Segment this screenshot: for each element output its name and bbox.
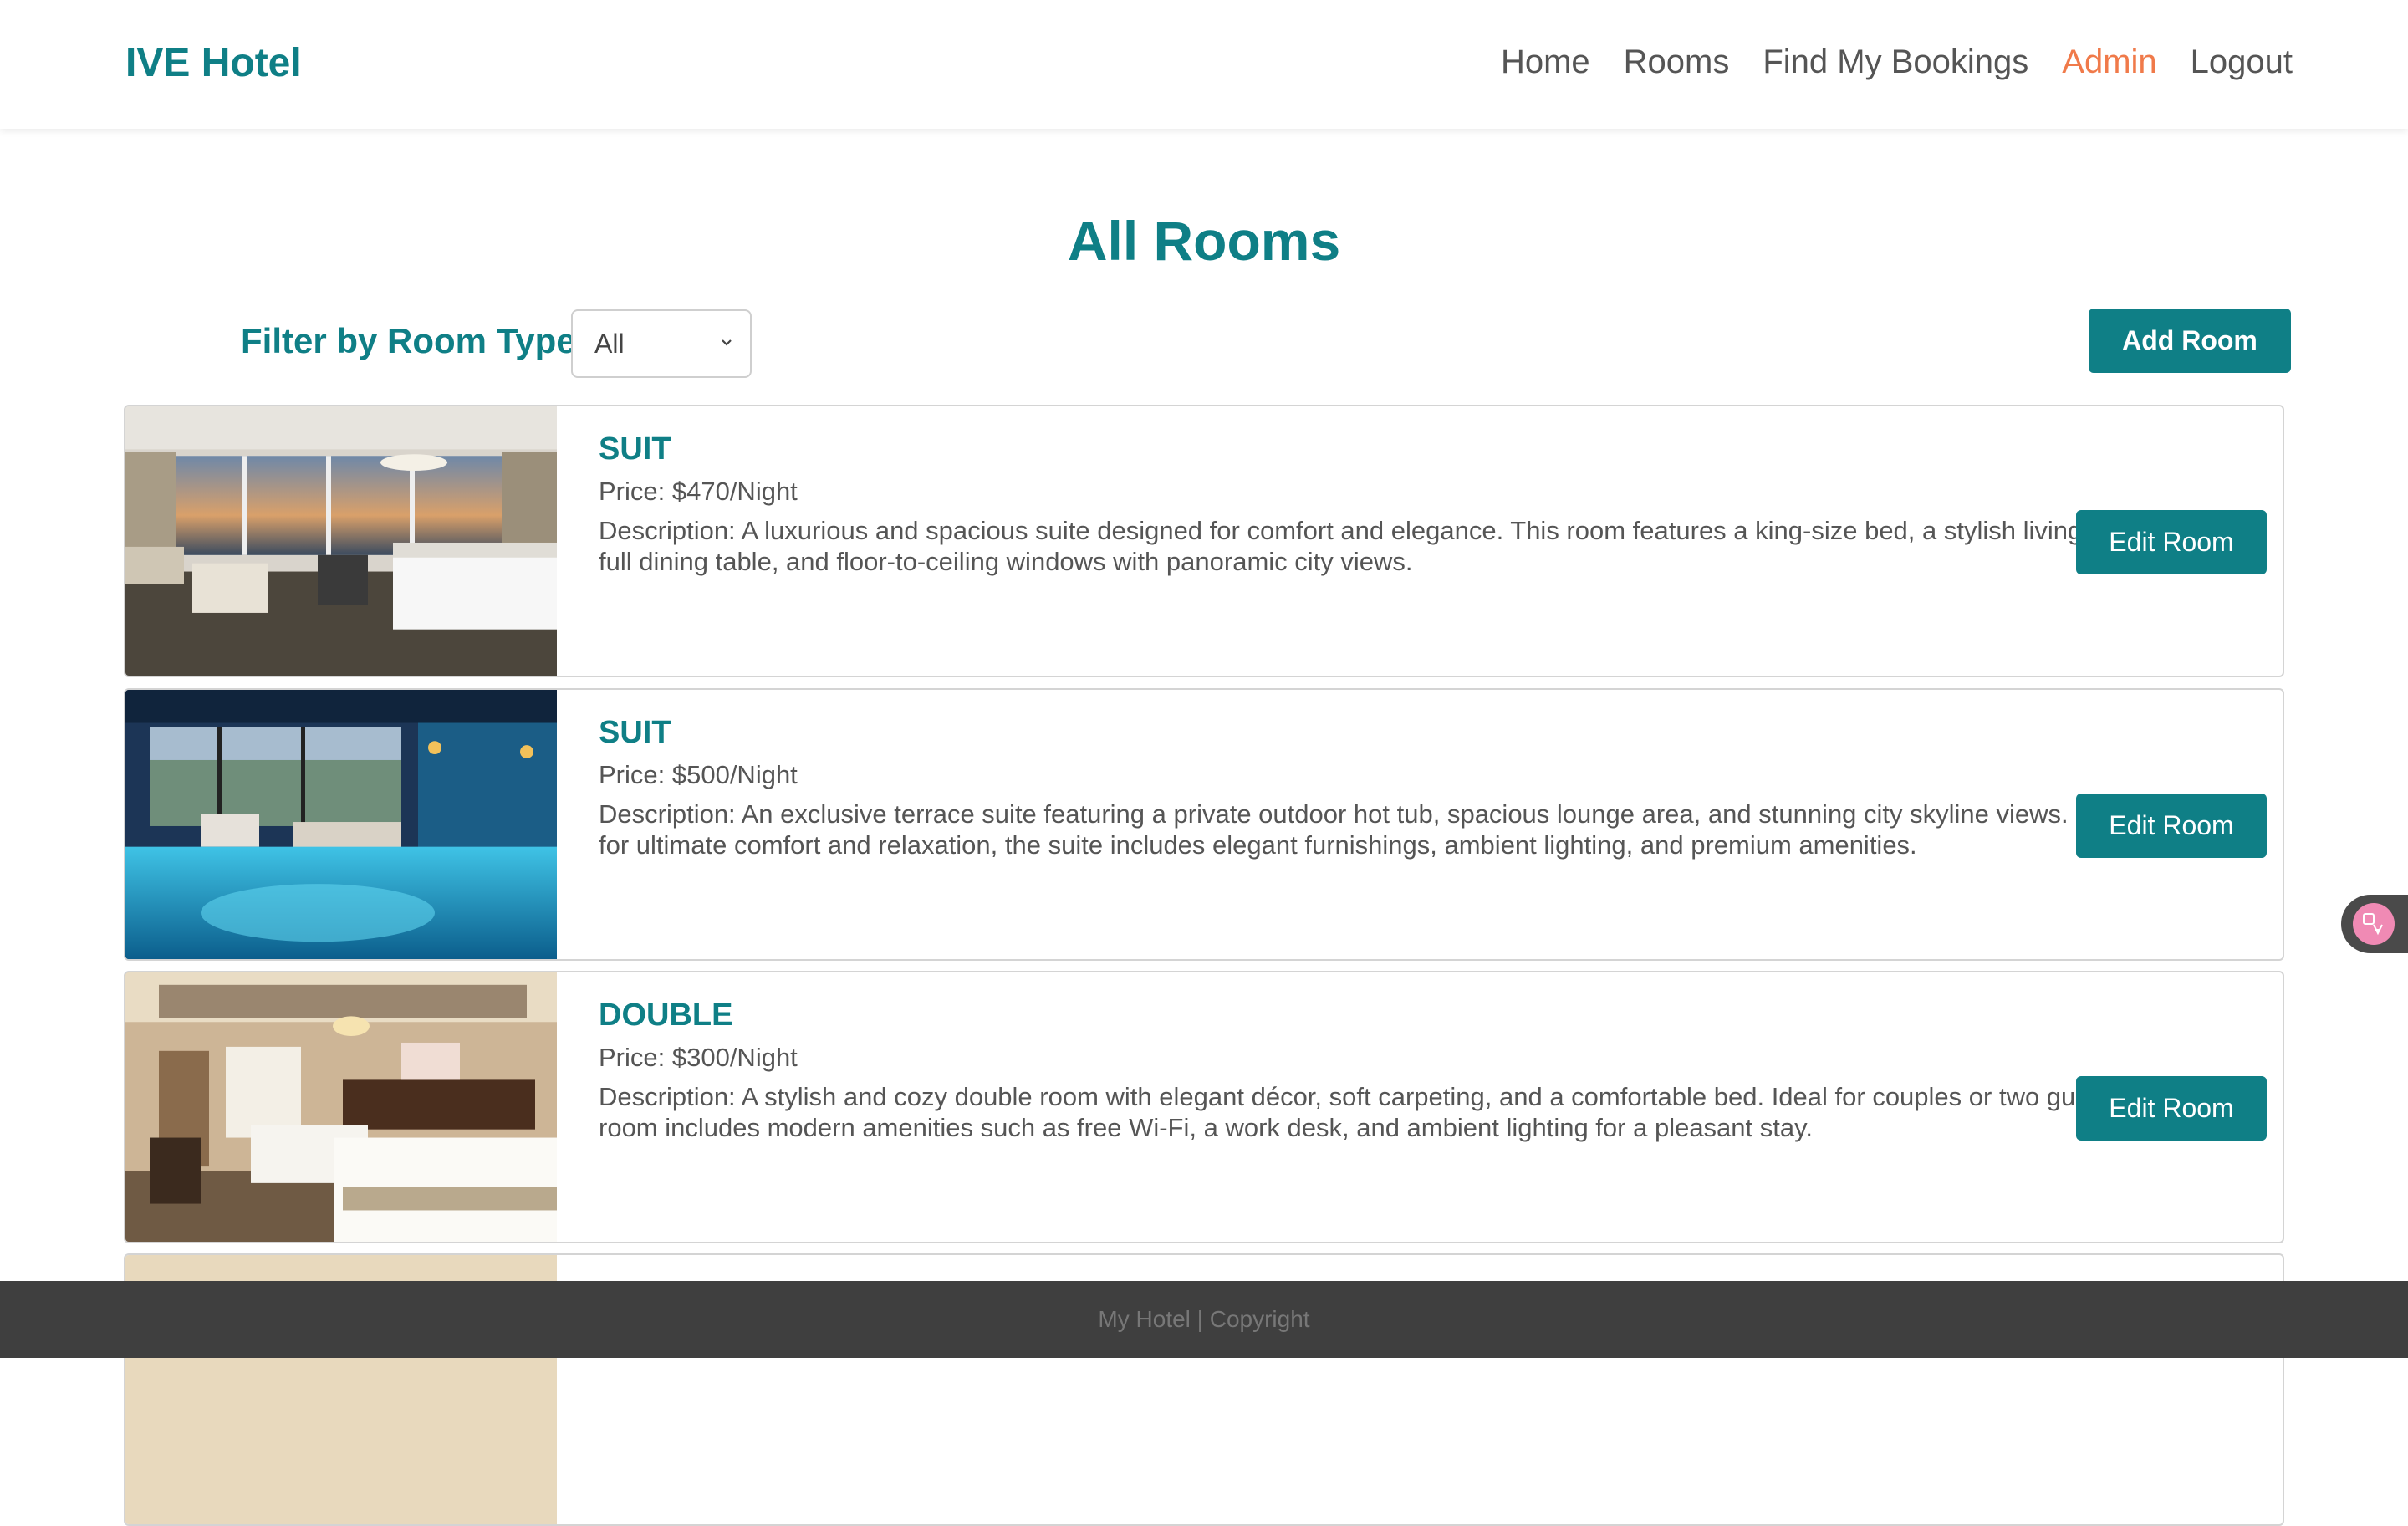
room-card: SUIT Price: $470/Night Description: A lu… — [124, 405, 2284, 677]
room-description: Description: A stylish and cozy double r… — [599, 1082, 2182, 1142]
room-description: Description: An exclusive terrace suite … — [599, 799, 2186, 860]
room-image — [125, 690, 557, 959]
chevron-down-icon — [722, 339, 732, 346]
nav-admin[interactable]: Admin — [2062, 43, 2156, 81]
brand-logo[interactable]: IVE Hotel — [125, 40, 302, 86]
room-type-select-value: All — [594, 328, 625, 359]
navbar: IVE Hotel Home Rooms Find My Bookings Ad… — [0, 0, 2408, 129]
room-card: SUIT Price: $500/Night Description: An e… — [124, 688, 2284, 961]
room-type: SUIT — [599, 431, 671, 467]
nav-find-bookings[interactable]: Find My Bookings — [1763, 43, 2028, 81]
nav-logout[interactable]: Logout — [2191, 43, 2293, 81]
translate-widget[interactable] — [2341, 895, 2408, 953]
add-room-button[interactable]: Add Room — [2089, 309, 2291, 373]
room-type: SUIT — [599, 715, 671, 750]
room-type: DOUBLE — [599, 998, 733, 1033]
edit-room-button[interactable]: Edit Room — [2076, 1076, 2267, 1141]
nav-home[interactable]: Home — [1501, 43, 1590, 81]
translate-icon — [2353, 903, 2395, 945]
room-price: Price: $500/Night — [599, 760, 798, 789]
room-price: Price: $300/Night — [599, 1043, 798, 1072]
room-image — [125, 406, 557, 676]
room-type-select[interactable]: All — [571, 309, 752, 378]
nav-rooms[interactable]: Rooms — [1624, 43, 1730, 81]
room-image — [125, 972, 557, 1242]
nav-links: Home Rooms Find My Bookings Admin Logout — [1501, 43, 2293, 81]
footer-text: My Hotel | Copyright — [1098, 1306, 1310, 1332]
filter-label: Filter by Room Type: — [241, 321, 588, 360]
footer: My Hotel | Copyright — [0, 1281, 2408, 1358]
room-price: Price: $470/Night — [599, 477, 798, 506]
edit-room-button[interactable]: Edit Room — [2076, 510, 2267, 574]
page-title: All Rooms — [1067, 210, 1341, 272]
room-description: Description: A luxurious and spacious su… — [599, 516, 2171, 576]
edit-room-button[interactable]: Edit Room — [2076, 794, 2267, 858]
room-card: DOUBLE Price: $300/Night Description: A … — [124, 971, 2284, 1243]
